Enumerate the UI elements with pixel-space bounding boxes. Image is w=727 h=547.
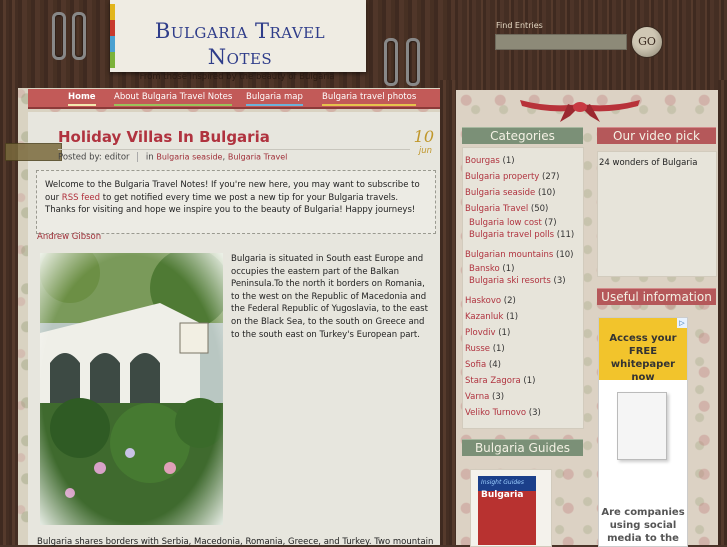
guide-book-brand: Insight Guides — [481, 479, 524, 486]
category-item: Stara Zagora (1) — [465, 376, 536, 386]
villa-photo — [40, 253, 223, 525]
post-meta: Posted by: editor in Bulgaria seaside, B… — [58, 152, 288, 163]
byline-author-link[interactable]: Andrew Gibson — [37, 232, 101, 242]
site-title-line-1[interactable]: Bulgaria Travel — [130, 18, 350, 44]
category-link[interactable]: Veliko Turnovo — [465, 408, 526, 418]
subcategory-item: Bulgaria ski resorts (3) — [469, 276, 566, 286]
category-link[interactable]: Russe — [465, 344, 490, 354]
category-item: Varna (3) — [465, 392, 505, 402]
post-author: editor — [104, 152, 130, 163]
useful-info-heading: Useful information — [597, 288, 716, 305]
advertisement[interactable]: ▷ Access your FREE whitepaper now Are co… — [598, 317, 688, 547]
category-item: Haskovo (2) — [465, 296, 516, 306]
subcategory-item: Bansko (1) — [469, 264, 515, 274]
meta-separator — [137, 152, 139, 162]
post-date-day: 10 — [413, 127, 434, 146]
post-title[interactable]: Holiday Villas In Bulgaria — [58, 128, 270, 146]
category-link[interactable]: Bulgaria travel polls — [469, 230, 554, 240]
category-link[interactable]: Sofia — [465, 360, 486, 370]
whitepaper-document-icon — [617, 392, 667, 460]
guide-book-title: Bulgaria — [481, 490, 524, 500]
category-link-seaside[interactable]: Bulgaria seaside — [156, 153, 222, 162]
post-paragraph-2: Bulgaria shares borders with Serbia, Mac… — [37, 537, 434, 547]
search-go-button[interactable]: GO — [631, 26, 663, 58]
site-title[interactable]: Bulgaria Travel Notes — [130, 18, 350, 70]
category-link[interactable]: Plovdiv — [465, 328, 496, 338]
category-link[interactable]: Bulgarian mountains — [465, 250, 553, 260]
nav-item-travel-photos[interactable]: Bulgaria travel photos — [322, 92, 417, 106]
main-nav: Home About Bulgaria Travel Notes Bulgari… — [28, 89, 440, 109]
categories-heading: Categories — [462, 127, 583, 144]
category-link[interactable]: Bulgaria ski resorts — [469, 276, 551, 286]
category-link[interactable]: Bulgaria Travel — [465, 204, 528, 214]
ribbon-bow-icon — [520, 100, 640, 122]
category-item: Bulgaria seaside (10) — [465, 188, 556, 198]
category-link-travel[interactable]: Bulgaria Travel — [228, 153, 288, 162]
subcategory-item: Bulgaria travel polls (11) — [469, 230, 575, 240]
site-tagline: From those inspired by the beauty of Bul… — [139, 72, 335, 82]
category-item: Bulgaria Travel (50) — [465, 204, 549, 214]
ad-headline[interactable]: Access your FREE whitepaper now — [603, 332, 683, 384]
welcome-text-cont: to get notified every time we post a new… — [45, 192, 416, 216]
ad-bottom-text[interactable]: Are companies using social media to the — [601, 506, 685, 545]
category-link[interactable]: Bulgaria property — [465, 172, 539, 182]
nav-item-about[interactable]: About Bulgaria Travel Notes — [114, 92, 233, 106]
ad-choices-icon[interactable]: ▷ — [677, 318, 687, 328]
subcategory-item: Bulgaria low cost (7) — [469, 218, 557, 228]
post-date-month: jun — [418, 146, 432, 156]
posted-by-label: Posted by: — [58, 152, 102, 163]
video-heading: Our video pick — [597, 127, 716, 144]
in-label: in — [145, 152, 154, 163]
wood-panel-right — [718, 80, 727, 545]
post-paragraph-1: Bulgaria is situated in South east Europ… — [231, 254, 428, 340]
video-title-text: 24 wonders of Bulgaria — [599, 158, 698, 168]
category-item: Plovdiv (1) — [465, 328, 511, 338]
video-box — [597, 151, 717, 277]
search-label: Find Entries — [496, 21, 543, 30]
binder-ring-icon — [384, 38, 398, 86]
guide-book-cover[interactable]: Insight Guides Bulgaria — [478, 476, 536, 545]
category-link[interactable]: Bansko — [469, 264, 500, 274]
guides-heading: Bulgaria Guides — [462, 439, 583, 456]
binder-ring-icon — [72, 12, 86, 60]
wood-panel-divider — [440, 80, 456, 545]
category-link[interactable]: Kazanluk — [465, 312, 503, 322]
site-title-card: Bulgaria Travel Notes — [110, 0, 366, 72]
category-link[interactable]: Bourgas — [465, 156, 500, 166]
color-stripe — [110, 4, 115, 68]
nav-item-bulgaria-map[interactable]: Bulgaria map — [246, 92, 303, 106]
category-item: Bulgarian mountains (10) — [465, 250, 574, 260]
binder-ring-icon — [406, 38, 420, 86]
tape-decoration — [5, 143, 62, 161]
binder-ring-icon — [52, 12, 66, 60]
category-item: Bourgas (1) — [465, 156, 515, 166]
nav-item-home[interactable]: Home — [68, 92, 96, 106]
category-item: Sofia (4) — [465, 360, 501, 370]
category-item: Russe (1) — [465, 344, 505, 354]
category-item: Kazanluk (1) — [465, 312, 519, 322]
search-input[interactable] — [495, 34, 627, 50]
category-link[interactable]: Bulgaria low cost — [469, 218, 542, 228]
category-link[interactable]: Haskovo — [465, 296, 501, 306]
category-link[interactable]: Varna — [465, 392, 489, 402]
welcome-box: Welcome to the Bulgaria Travel Notes! If… — [36, 170, 436, 234]
meta-divider — [58, 149, 410, 150]
category-item: Veliko Turnovo (3) — [465, 408, 541, 418]
category-link[interactable]: Bulgaria seaside — [465, 188, 535, 198]
wood-panel-left — [0, 0, 18, 545]
rss-feed-link[interactable]: RSS feed — [62, 193, 100, 203]
site-title-line-2[interactable]: Notes — [130, 44, 350, 70]
category-link[interactable]: Stara Zagora — [465, 376, 521, 386]
category-item: Bulgaria property (27) — [465, 172, 560, 182]
